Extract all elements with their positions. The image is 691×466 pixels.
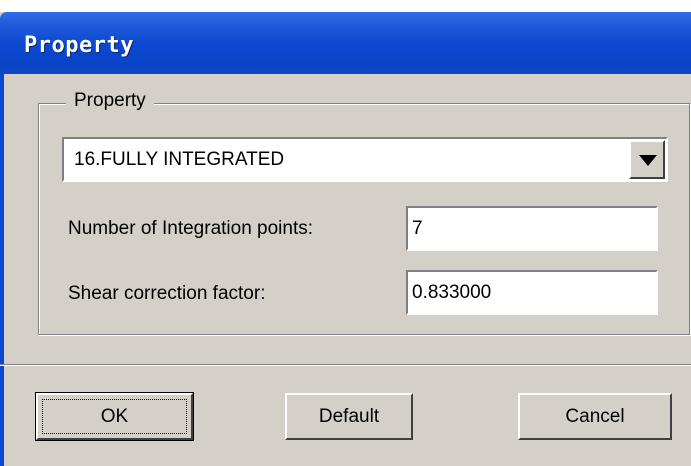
divider <box>0 364 691 366</box>
cancel-button-label: Cancel <box>565 406 625 427</box>
dropdown-arrow-button[interactable] <box>629 140 665 179</box>
integration-points-label: Number of Integration points: <box>68 218 314 239</box>
default-button-label: Default <box>318 406 380 427</box>
cancel-button[interactable]: Cancel <box>518 393 672 440</box>
title-bar[interactable]: Property <box>0 12 691 74</box>
property-dropdown[interactable]: 16.FULLY INTEGRATED <box>62 137 668 182</box>
ok-button[interactable]: OK <box>35 392 194 441</box>
default-button[interactable]: Default <box>285 393 413 440</box>
property-dropdown-value: 16.FULLY INTEGRATED <box>74 149 285 170</box>
dialog-title: Property <box>24 33 134 58</box>
shear-correction-label: Shear correction factor: <box>68 283 266 304</box>
chevron-down-icon <box>639 155 657 166</box>
window-frame-left <box>0 74 4 466</box>
integration-points-input[interactable] <box>406 206 658 251</box>
groupbox-legend: Property <box>66 90 154 112</box>
focus-rectangle <box>42 399 187 434</box>
shear-correction-input[interactable] <box>406 270 658 315</box>
